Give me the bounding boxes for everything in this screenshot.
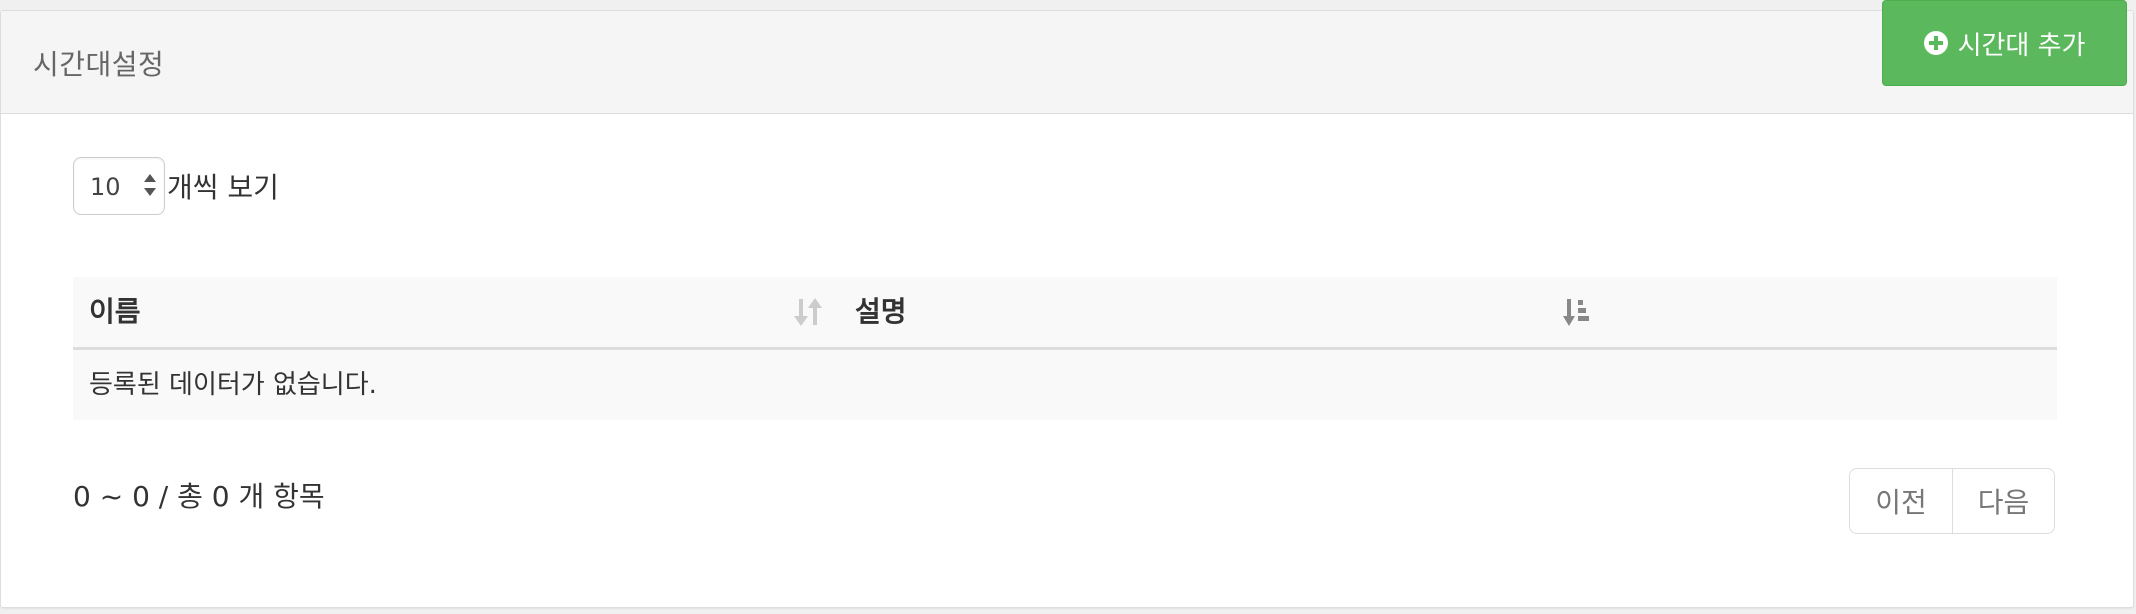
column-header-label: 이름 xyxy=(89,295,141,328)
sort-both-icon[interactable] xyxy=(793,277,823,347)
table-info: 0 ~ 0 / 총 0 개 항목 xyxy=(73,480,325,513)
column-header-name[interactable]: 이름 xyxy=(89,277,839,347)
page-length-value: 10 xyxy=(90,173,121,201)
column-header-label: 설명 xyxy=(855,295,907,328)
table-row: 등록된 데이터가 없습니다. xyxy=(73,350,2057,420)
next-page-button[interactable]: 다음 xyxy=(1953,468,2055,534)
timezone-table: 이름 설명 등록된 데이터가 없습니다. xyxy=(73,277,2057,420)
page-length-select[interactable]: 10 xyxy=(73,157,165,215)
select-arrows-icon xyxy=(144,174,156,200)
previous-page-button[interactable]: 이전 xyxy=(1849,468,1953,534)
column-header-description[interactable]: 설명 xyxy=(855,277,1605,347)
timezone-settings-panel: 시간대설정 10 개씩 보기 이름 설명 등록된 데이터가 없습니다. 0 ~ … xyxy=(0,10,2134,608)
add-timezone-button[interactable]: 시간대 추가 xyxy=(1882,0,2127,86)
add-timezone-label: 시간대 추가 xyxy=(1957,30,2086,61)
table-header: 이름 설명 xyxy=(73,277,2057,350)
plus-circle-icon xyxy=(1923,31,1948,55)
pagination: 이전 다음 xyxy=(1849,468,2055,534)
sort-amount-asc-icon[interactable] xyxy=(1563,277,1593,347)
panel-heading: 시간대설정 xyxy=(1,11,2133,114)
page-length-control: 10 개씩 보기 xyxy=(73,156,279,216)
empty-table-message: 등록된 데이터가 없습니다. xyxy=(89,370,377,400)
page-length-label: 개씩 보기 xyxy=(167,171,279,204)
panel-title: 시간대설정 xyxy=(33,48,165,81)
